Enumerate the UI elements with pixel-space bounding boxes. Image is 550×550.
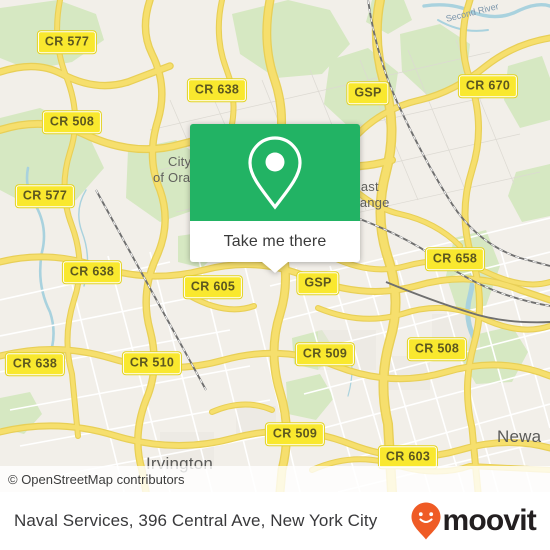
road-shield[interactable]: CR 603 <box>378 446 438 468</box>
road-shield[interactable]: CR 509 <box>265 423 325 445</box>
moovit-brand[interactable]: moovit <box>411 502 550 540</box>
take-me-there-button[interactable]: Take me there <box>190 221 360 262</box>
road-shield[interactable]: GSP <box>347 82 389 104</box>
road-shield[interactable]: CR 577 <box>15 185 75 207</box>
map-screenshot: .rd { stroke:#f6df6d; stroke-linecap:rou… <box>0 0 550 550</box>
map-viewport[interactable]: .rd { stroke:#f6df6d; stroke-linecap:rou… <box>0 0 550 492</box>
moovit-wordmark: moovit <box>442 504 536 537</box>
popup-icon-panel <box>190 124 360 221</box>
road-shield[interactable]: CR 670 <box>458 75 518 97</box>
osm-attribution-text[interactable]: © OpenStreetMap contributors <box>0 472 185 487</box>
popup-pointer-tail <box>262 262 288 273</box>
road-shield[interactable]: CR 508 <box>42 111 102 133</box>
road-shield[interactable]: GSP <box>297 272 339 294</box>
road-shield[interactable]: CR 658 <box>425 248 485 270</box>
footer-bar: Naval Services, 396 Central Ave, New Yor… <box>0 492 550 550</box>
road-shield[interactable]: CR 638 <box>62 261 122 283</box>
moovit-pin-smiley-icon <box>411 502 441 540</box>
road-shield[interactable]: CR 605 <box>183 276 243 298</box>
osm-attribution-bar: © OpenStreetMap contributors <box>0 466 550 492</box>
location-popup-card[interactable]: Take me there <box>190 124 360 273</box>
road-shield[interactable]: CR 508 <box>407 338 467 360</box>
location-address-text: Naval Services, 396 Central Ave, New Yor… <box>14 511 378 530</box>
road-shield[interactable]: CR 638 <box>187 79 247 101</box>
road-shield[interactable]: CR 509 <box>295 343 355 365</box>
map-pin-icon <box>248 135 302 210</box>
road-shield[interactable]: CR 510 <box>122 352 182 374</box>
road-shield[interactable]: CR 638 <box>5 353 65 375</box>
take-me-there-label: Take me there <box>223 232 327 250</box>
road-shield[interactable]: CR 577 <box>37 31 97 53</box>
